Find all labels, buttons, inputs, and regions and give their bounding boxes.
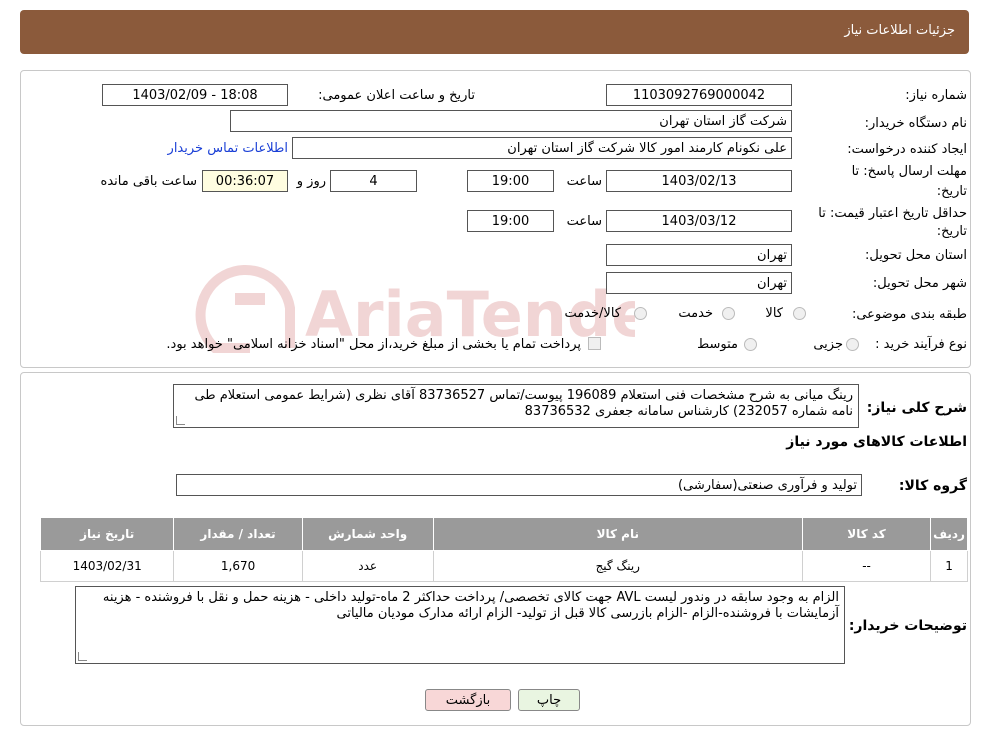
cell-name: رینگ گیج	[432, 550, 803, 582]
process-option-minor: جزیی	[813, 337, 843, 352]
resize-grip-icon[interactable]	[176, 416, 185, 425]
category-option-goods: کالا	[765, 306, 783, 321]
cell-date: 1403/02/31	[39, 550, 175, 582]
cell-row: 1	[930, 550, 968, 582]
goods-group-label: گروه کالا:	[898, 478, 967, 494]
buyer-notes-field: الزام به وجود سابقه در وندور لیست AVL جه…	[75, 586, 845, 664]
creator-field: علی نکونام کارمند امور کالا شرکت گاز است…	[292, 137, 792, 159]
print-button[interactable]: چاپ	[518, 689, 580, 711]
process-radio-minor[interactable]	[846, 338, 859, 351]
goods-group-field: تولید و فرآوری صنعتی(سفارشی)	[176, 474, 862, 496]
validity-label-2: تاریخ:	[936, 224, 967, 239]
category-option-service: خدمت	[678, 306, 713, 321]
cell-unit: عدد	[301, 550, 434, 582]
buyer-notes-label: توضیحات خریدار:	[848, 618, 967, 634]
cell-qty: 1,670	[173, 550, 303, 582]
buyer-org-label: نام دستگاه خریدار:	[864, 116, 967, 131]
page-header: جزئیات اطلاعات نیاز	[20, 10, 969, 54]
process-label: نوع فرآیند خرید :	[875, 337, 967, 352]
days-field: 4	[330, 170, 417, 192]
process-note: پرداخت تمام یا بخشی از مبلغ خرید،از محل …	[166, 337, 581, 352]
col-qty: تعداد / مقدار	[173, 517, 303, 551]
goods-table: ردیف کد کالا نام کالا واحد شمارش تعداد /…	[39, 517, 968, 582]
category-radio-service[interactable]	[722, 307, 735, 320]
goods-section-title: اطلاعات کالاهای مورد نیاز	[786, 434, 967, 450]
col-name: نام کالا	[432, 517, 803, 551]
page-title: جزئیات اطلاعات نیاز	[844, 23, 955, 38]
validity-date-field: 1403/03/12	[606, 210, 792, 232]
province-field: تهران	[606, 244, 792, 266]
table-header-row: ردیف کد کالا نام کالا واحد شمارش تعداد /…	[39, 517, 968, 551]
validity-label: حداقل تاریخ اعتبار قیمت: تا	[818, 206, 967, 221]
process-radio-medium[interactable]	[744, 338, 757, 351]
category-option-goods-service: کالا/خدمت	[564, 306, 621, 321]
resize-grip-icon[interactable]	[78, 652, 87, 661]
col-date: تاریخ نیاز	[39, 517, 175, 551]
validity-time-field: 19:00	[467, 210, 554, 232]
deadline-label-2: تاریخ:	[936, 184, 967, 199]
remaining-label: ساعت باقی مانده	[100, 174, 197, 189]
city-field: تهران	[606, 272, 792, 294]
process-option-medium: متوسط	[697, 337, 738, 352]
treasury-checkbox[interactable]	[588, 337, 601, 350]
description-field: رینگ میانی به شرح مشخصات فنی استعلام 196…	[173, 384, 859, 428]
buyer-notes-text: الزام به وجود سابقه در وندور لیست AVL جه…	[102, 590, 839, 621]
announce-field: 1403/02/09 - 18:08	[102, 84, 288, 106]
creator-label: ایجاد کننده درخواست:	[847, 142, 967, 157]
category-radio-goods-service[interactable]	[634, 307, 647, 320]
col-code: کد کالا	[801, 517, 932, 551]
buyer-contact-link[interactable]: اطلاعات تماس خریدار	[168, 141, 288, 156]
announce-label: تاریخ و ساعت اعلان عمومی:	[318, 88, 475, 103]
col-unit: واحد شمارش	[301, 517, 434, 551]
days-label: روز و	[296, 174, 326, 189]
cell-code: --	[801, 550, 932, 582]
description-label: شرح کلی نیاز:	[866, 400, 967, 416]
need-number-field: 1103092769000042	[606, 84, 792, 106]
description-text: رینگ میانی به شرح مشخصات فنی استعلام 196…	[194, 388, 853, 419]
category-label: طبقه بندی موضوعی:	[851, 307, 967, 322]
validity-hour-label: ساعت	[566, 214, 602, 229]
buyer-org-field: شرکت گاز استان تهران	[230, 110, 792, 132]
deadline-label: مهلت ارسال پاسخ: تا	[851, 164, 967, 179]
deadline-time-field: 19:00	[467, 170, 554, 192]
remaining-time-field: 00:36:07	[202, 170, 288, 192]
table-row: 1 -- رینگ گیج عدد 1,670 1403/02/31	[39, 550, 968, 582]
province-label: استان محل تحویل:	[865, 248, 967, 263]
deadline-date-field: 1403/02/13	[606, 170, 792, 192]
category-radio-goods[interactable]	[793, 307, 806, 320]
deadline-hour-label: ساعت	[566, 174, 602, 189]
back-button[interactable]: بازگشت	[425, 689, 511, 711]
need-number-label: شماره نیاز:	[905, 88, 967, 103]
col-row: ردیف	[930, 517, 968, 551]
city-label: شهر محل تحویل:	[872, 276, 967, 291]
